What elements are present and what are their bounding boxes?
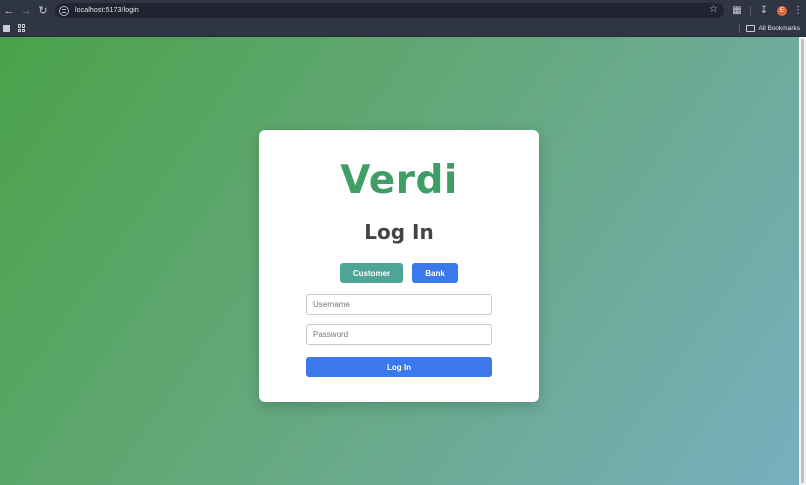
bookmarks-divider	[739, 24, 741, 33]
folder-icon	[746, 25, 756, 32]
bank-role-button[interactable]: Bank	[412, 263, 458, 283]
bookmark-star-icon[interactable]: ☆	[709, 4, 718, 15]
all-bookmarks-link[interactable]: All Bookmarks	[758, 25, 800, 32]
site-info-icon[interactable]	[59, 5, 69, 16]
apps-grid-icon[interactable]	[18, 24, 26, 32]
brand-logo: Verdi	[340, 158, 458, 203]
download-icon[interactable]: ↧	[757, 4, 771, 18]
extensions-icon[interactable]: ▦	[730, 4, 744, 18]
login-submit-button[interactable]: Log In	[306, 357, 492, 377]
toolbar-divider	[750, 5, 751, 16]
address-url[interactable]: localhost:5173/login	[75, 7, 139, 14]
page-scrollbar-thumb[interactable]	[801, 39, 804, 483]
page-title: Log In	[364, 220, 434, 244]
customer-role-button[interactable]: Customer	[340, 263, 403, 283]
login-card: Verdi Log In Customer Bank Log In	[259, 130, 539, 402]
browser-toolbar: ← → ↻ localhost:5173/login ☆ ▦ ↧ E ⋮	[0, 0, 806, 21]
page-background: Verdi Log In Customer Bank Log In	[0, 37, 799, 485]
bookmarks-bar: All Bookmarks	[0, 21, 806, 37]
reload-icon[interactable]: ↻	[35, 3, 51, 19]
back-arrow-icon[interactable]: ←	[1, 3, 17, 19]
username-input[interactable]	[306, 294, 492, 315]
address-bar[interactable]: localhost:5173/login ☆	[55, 3, 724, 18]
menu-kebab-icon[interactable]: ⋮	[793, 5, 803, 16]
password-input[interactable]	[306, 324, 492, 345]
forward-arrow-icon[interactable]: →	[18, 3, 34, 19]
profile-avatar[interactable]: E	[777, 5, 787, 16]
sidebar-toggle-icon[interactable]	[3, 24, 10, 32]
